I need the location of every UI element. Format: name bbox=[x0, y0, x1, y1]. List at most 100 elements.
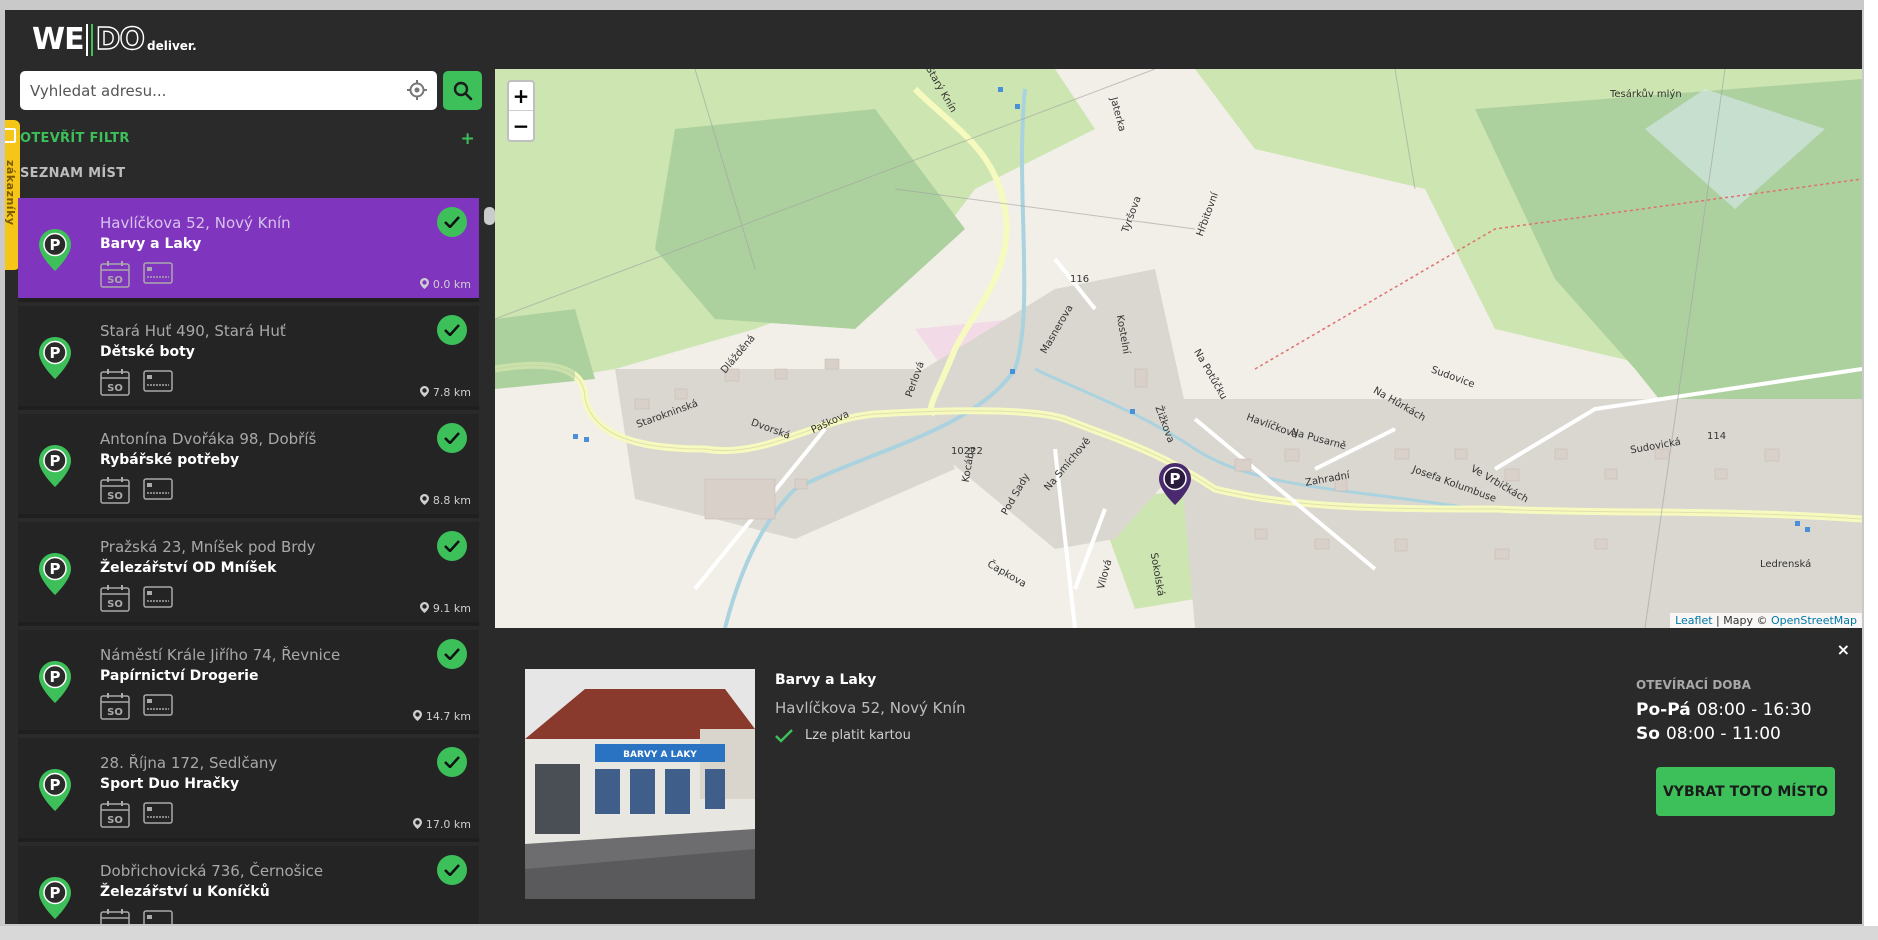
select-this-place-button[interactable]: VYBRAT TOTO MÍSTO bbox=[1656, 767, 1835, 816]
place-distance: 8.8 km bbox=[420, 494, 471, 507]
svg-text:P: P bbox=[50, 560, 61, 578]
map[interactable]: + − Tesárkův mlýn Starý Knín Jaterka Tyršov… bbox=[495, 69, 1862, 628]
saturday-label: SO bbox=[107, 383, 123, 394]
saturday-open-icon: SO bbox=[100, 261, 130, 288]
app-window: WE DO deliver. OTEVŘÍT FILTR + SEZNAM MÍ… bbox=[5, 10, 1862, 924]
store-sign-text: BARVY A LAKY bbox=[623, 750, 697, 760]
saturday-open-icon: SO bbox=[100, 369, 130, 396]
verified-check-icon bbox=[437, 423, 467, 453]
map-marker-icon[interactable]: P bbox=[1159, 463, 1191, 505]
card-payment-icon bbox=[143, 586, 173, 608]
saturday-open-icon: SO bbox=[100, 801, 130, 828]
location-pin-icon bbox=[420, 386, 430, 397]
svg-text:P: P bbox=[50, 884, 61, 902]
saturday-label: SO bbox=[107, 599, 123, 610]
card-payment-icon bbox=[143, 802, 173, 824]
window-edge-bottom bbox=[0, 926, 1878, 940]
leaflet-link[interactable]: Leaflet bbox=[1675, 614, 1712, 627]
saturday-label: SO bbox=[107, 491, 123, 502]
map-label: Tesárkův mlýn bbox=[1610, 89, 1682, 100]
place-distance: 17.0 km bbox=[413, 818, 471, 831]
place-name: Sport Duo Hračky bbox=[100, 776, 240, 792]
saturday-open-icon: SO bbox=[100, 585, 130, 612]
place-detail-panel: × BARVY A LAKY Barvy a Laky Havlíčkova 5… bbox=[495, 628, 1862, 924]
location-pin-icon bbox=[413, 710, 423, 721]
place-name: Rybářské potřeby bbox=[100, 452, 240, 468]
place-address: Dobřichovická 736, Černošice bbox=[100, 862, 324, 880]
list-item[interactable]: P Havlíčkova 52, Nový Knín Barvy a Laky … bbox=[18, 198, 479, 302]
map-label: 116 bbox=[1070, 274, 1090, 285]
place-distance: 7.8 km bbox=[420, 386, 471, 399]
distance-value: 17.0 km bbox=[425, 818, 471, 831]
location-pin-icon bbox=[420, 278, 430, 289]
list-item[interactable]: P Náměstí Krále Jiřího 74, Řevnice Papír… bbox=[18, 630, 479, 734]
place-distance: 0.0 km bbox=[420, 278, 471, 291]
verified-check-icon bbox=[437, 747, 467, 777]
saturday-label: SO bbox=[107, 923, 123, 924]
place-address: Pražská 23, Mníšek pod Brdy bbox=[100, 538, 316, 556]
svg-text:P: P bbox=[50, 236, 61, 254]
map-attribution: Leaflet | Mapy © OpenStreetMap bbox=[1670, 613, 1862, 628]
place-address: Stará Huť 490, Stará Huť bbox=[100, 322, 286, 340]
saturday-label: SO bbox=[107, 815, 123, 826]
list-item[interactable]: P Dobřichovická 736, Černošice Železářst… bbox=[18, 846, 479, 924]
svg-text:P: P bbox=[1170, 470, 1181, 488]
distance-value: 14.7 km bbox=[425, 710, 471, 723]
map-label: 114 bbox=[1707, 431, 1727, 442]
distance-value: 7.8 km bbox=[432, 386, 471, 399]
hours-time: 08:00 - 11:00 bbox=[1665, 724, 1781, 744]
map-label: Ledrenská bbox=[1760, 559, 1812, 570]
hours-time: 08:00 - 16:30 bbox=[1696, 700, 1812, 720]
place-name: Dětské boty bbox=[100, 344, 195, 360]
list-item[interactable]: P Antonína Dvořáka 98, Dobříš Rybářské p… bbox=[18, 414, 479, 518]
search-button[interactable] bbox=[443, 71, 482, 110]
pickup-point-icon: P bbox=[39, 661, 71, 703]
saturday-open-icon: SO bbox=[100, 477, 130, 504]
place-distance: 14.7 km bbox=[413, 710, 471, 723]
detail-place-name: Barvy a Laky bbox=[775, 672, 877, 688]
distance-value: 8.8 km bbox=[432, 494, 471, 507]
hours-row-saturday: So 08:00 - 11:00 bbox=[1636, 724, 1781, 744]
close-detail-button[interactable]: × bbox=[1837, 640, 1850, 659]
place-address: Náměstí Krále Jiřího 74, Řevnice bbox=[100, 646, 341, 664]
locate-icon[interactable] bbox=[407, 80, 427, 100]
list-scrollbar[interactable] bbox=[484, 207, 495, 225]
filter-plus-icon: + bbox=[460, 129, 475, 149]
verified-check-icon bbox=[437, 207, 467, 237]
open-filter-label: OTEVŘÍT FILTR bbox=[20, 131, 130, 146]
card-payment-icon bbox=[143, 478, 173, 500]
place-list-title: SEZNAM MÍST bbox=[20, 166, 126, 181]
place-name: Papírnictví Drogerie bbox=[100, 668, 259, 684]
list-item[interactable]: P 28. Října 172, Sedlčany Sport Duo Hrač… bbox=[18, 738, 479, 842]
card-payment-icon bbox=[143, 370, 173, 392]
svg-text:P: P bbox=[50, 776, 61, 794]
open-filter-toggle[interactable]: OTEVŘÍT FILTR + bbox=[20, 129, 475, 151]
search-box bbox=[20, 71, 437, 110]
zoom-in-button[interactable]: + bbox=[509, 82, 533, 111]
hours-day: Po-Pá bbox=[1636, 700, 1691, 720]
wedo-logo[interactable]: WE DO deliver. bbox=[32, 22, 197, 57]
card-payment-icon bbox=[143, 694, 173, 716]
hours-row-weekdays: Po-Pá 08:00 - 16:30 bbox=[1636, 700, 1812, 720]
place-address: Havlíčkova 52, Nový Knín bbox=[100, 214, 291, 232]
list-item[interactable]: P Pražská 23, Mníšek pod Brdy Železářstv… bbox=[18, 522, 479, 626]
location-pin-icon bbox=[420, 602, 430, 613]
location-pin-icon bbox=[413, 818, 423, 829]
verified-check-icon bbox=[437, 855, 467, 885]
opening-hours-title: OTEVÍRACÍ DOBA bbox=[1636, 678, 1751, 692]
pickup-point-icon: P bbox=[39, 769, 71, 811]
window-edge bbox=[1864, 0, 1878, 940]
list-item[interactable]: P Stará Huť 490, Stará Huť Dětské boty S… bbox=[18, 306, 479, 410]
store-photo: BARVY A LAKY bbox=[525, 669, 755, 899]
zoom-out-button[interactable]: − bbox=[509, 111, 533, 140]
verified-check-icon bbox=[437, 639, 467, 669]
place-name: Železářství OD Mníšek bbox=[100, 560, 277, 576]
osm-link[interactable]: OpenStreetMap bbox=[1771, 614, 1857, 627]
search-input[interactable] bbox=[30, 71, 390, 110]
verified-check-icon bbox=[437, 531, 467, 561]
svg-text:P: P bbox=[50, 452, 61, 470]
map-tiles bbox=[495, 69, 1862, 628]
logo-we: WE bbox=[32, 22, 85, 57]
distance-value: 0.0 km bbox=[432, 278, 471, 291]
place-name: Barvy a Laky bbox=[100, 236, 202, 252]
